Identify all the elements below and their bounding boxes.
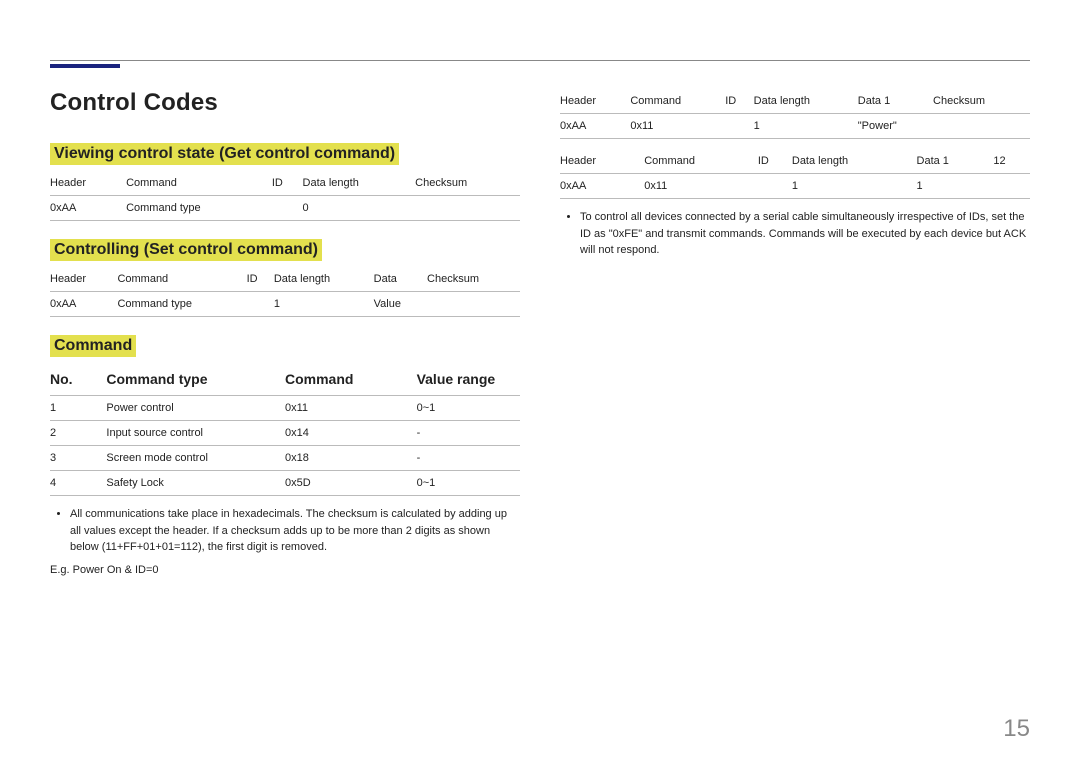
page-number: 15 — [1003, 715, 1030, 743]
th-type: Command type — [106, 363, 285, 396]
content-columns: Control Codes Viewing control state (Get… — [50, 89, 1030, 576]
example-text: E.g. Power On & ID=0 — [50, 564, 520, 576]
td: Input source control — [106, 421, 285, 446]
td: 0x11 — [285, 396, 417, 421]
th: Header — [50, 267, 117, 292]
heading-command: Command — [50, 335, 136, 357]
th: Header — [560, 149, 644, 174]
td: 0xAA — [50, 196, 126, 221]
td: 0xAA — [50, 292, 117, 317]
th: Data length — [303, 171, 416, 196]
th-no: No. — [50, 363, 106, 396]
td: 0x18 — [285, 446, 417, 471]
broadcast-note: To control all devices connected by a se… — [560, 209, 1030, 259]
td: 0x5D — [285, 471, 417, 496]
td — [427, 292, 520, 317]
td: Value — [374, 292, 427, 317]
th: Data length — [792, 149, 917, 174]
td: 0~1 — [417, 471, 520, 496]
td — [758, 174, 792, 199]
th: Command — [644, 149, 758, 174]
th-cmd: Command — [285, 363, 417, 396]
left-column: Control Codes Viewing control state (Get… — [50, 89, 520, 576]
td: - — [417, 446, 520, 471]
td: 0x14 — [285, 421, 417, 446]
checksum-note: All communications take place in hexadec… — [50, 506, 520, 556]
table-get-command: Header Command ID Data length Checksum 0… — [50, 171, 520, 221]
td: 1 — [917, 174, 994, 199]
td: 1 — [754, 114, 858, 139]
td: 1 — [792, 174, 917, 199]
right-column: Header Command ID Data length Data 1 Che… — [560, 89, 1030, 576]
th: Command — [117, 267, 246, 292]
td: Command type — [126, 196, 272, 221]
table-example-2: Header Command ID Data length Data 1 12 … — [560, 149, 1030, 199]
table-example-1: Header Command ID Data length Data 1 Che… — [560, 89, 1030, 139]
td — [415, 196, 520, 221]
td — [993, 174, 1030, 199]
td: Power control — [106, 396, 285, 421]
td: 1 — [50, 396, 106, 421]
th: Data 1 — [858, 89, 933, 114]
th: ID — [247, 267, 274, 292]
th: Header — [50, 171, 126, 196]
th: Data 1 — [917, 149, 994, 174]
td: 0xAA — [560, 114, 630, 139]
td: - — [417, 421, 520, 446]
heading-viewing: Viewing control state (Get control comma… — [50, 143, 399, 165]
td: 0xAA — [560, 174, 644, 199]
th: ID — [758, 149, 792, 174]
th: ID — [272, 171, 303, 196]
th: Checksum — [933, 89, 1030, 114]
td: 0x11 — [644, 174, 758, 199]
accent-bar — [50, 64, 120, 68]
td: 2 — [50, 421, 106, 446]
th: Data length — [754, 89, 858, 114]
top-rule — [50, 60, 1030, 61]
td: 0~1 — [417, 396, 520, 421]
td — [247, 292, 274, 317]
td: Safety Lock — [106, 471, 285, 496]
td: Command type — [117, 292, 246, 317]
page-title: Control Codes — [50, 89, 520, 117]
td: 1 — [274, 292, 374, 317]
table-command-list: No. Command type Command Value range 1 P… — [50, 363, 520, 496]
td — [725, 114, 753, 139]
td: Screen mode control — [106, 446, 285, 471]
td: "Power" — [858, 114, 933, 139]
list-item: To control all devices connected by a se… — [580, 209, 1030, 259]
th: Checksum — [427, 267, 520, 292]
table-set-command: Header Command ID Data length Data Check… — [50, 267, 520, 317]
td — [272, 196, 303, 221]
th: Command — [630, 89, 725, 114]
table-row: 3 Screen mode control 0x18 - — [50, 446, 520, 471]
th: 12 — [993, 149, 1030, 174]
th: ID — [725, 89, 753, 114]
table-row: 2 Input source control 0x14 - — [50, 421, 520, 446]
th: Header — [560, 89, 630, 114]
td: 4 — [50, 471, 106, 496]
heading-controlling: Controlling (Set control command) — [50, 239, 322, 261]
table-row: 4 Safety Lock 0x5D 0~1 — [50, 471, 520, 496]
th: Command — [126, 171, 272, 196]
table-row: 1 Power control 0x11 0~1 — [50, 396, 520, 421]
th: Checksum — [415, 171, 520, 196]
td: 0 — [303, 196, 416, 221]
th-range: Value range — [417, 363, 520, 396]
list-item: All communications take place in hexadec… — [70, 506, 520, 556]
th: Data length — [274, 267, 374, 292]
td: 3 — [50, 446, 106, 471]
td — [933, 114, 1030, 139]
td: 0x11 — [630, 114, 725, 139]
th: Data — [374, 267, 427, 292]
